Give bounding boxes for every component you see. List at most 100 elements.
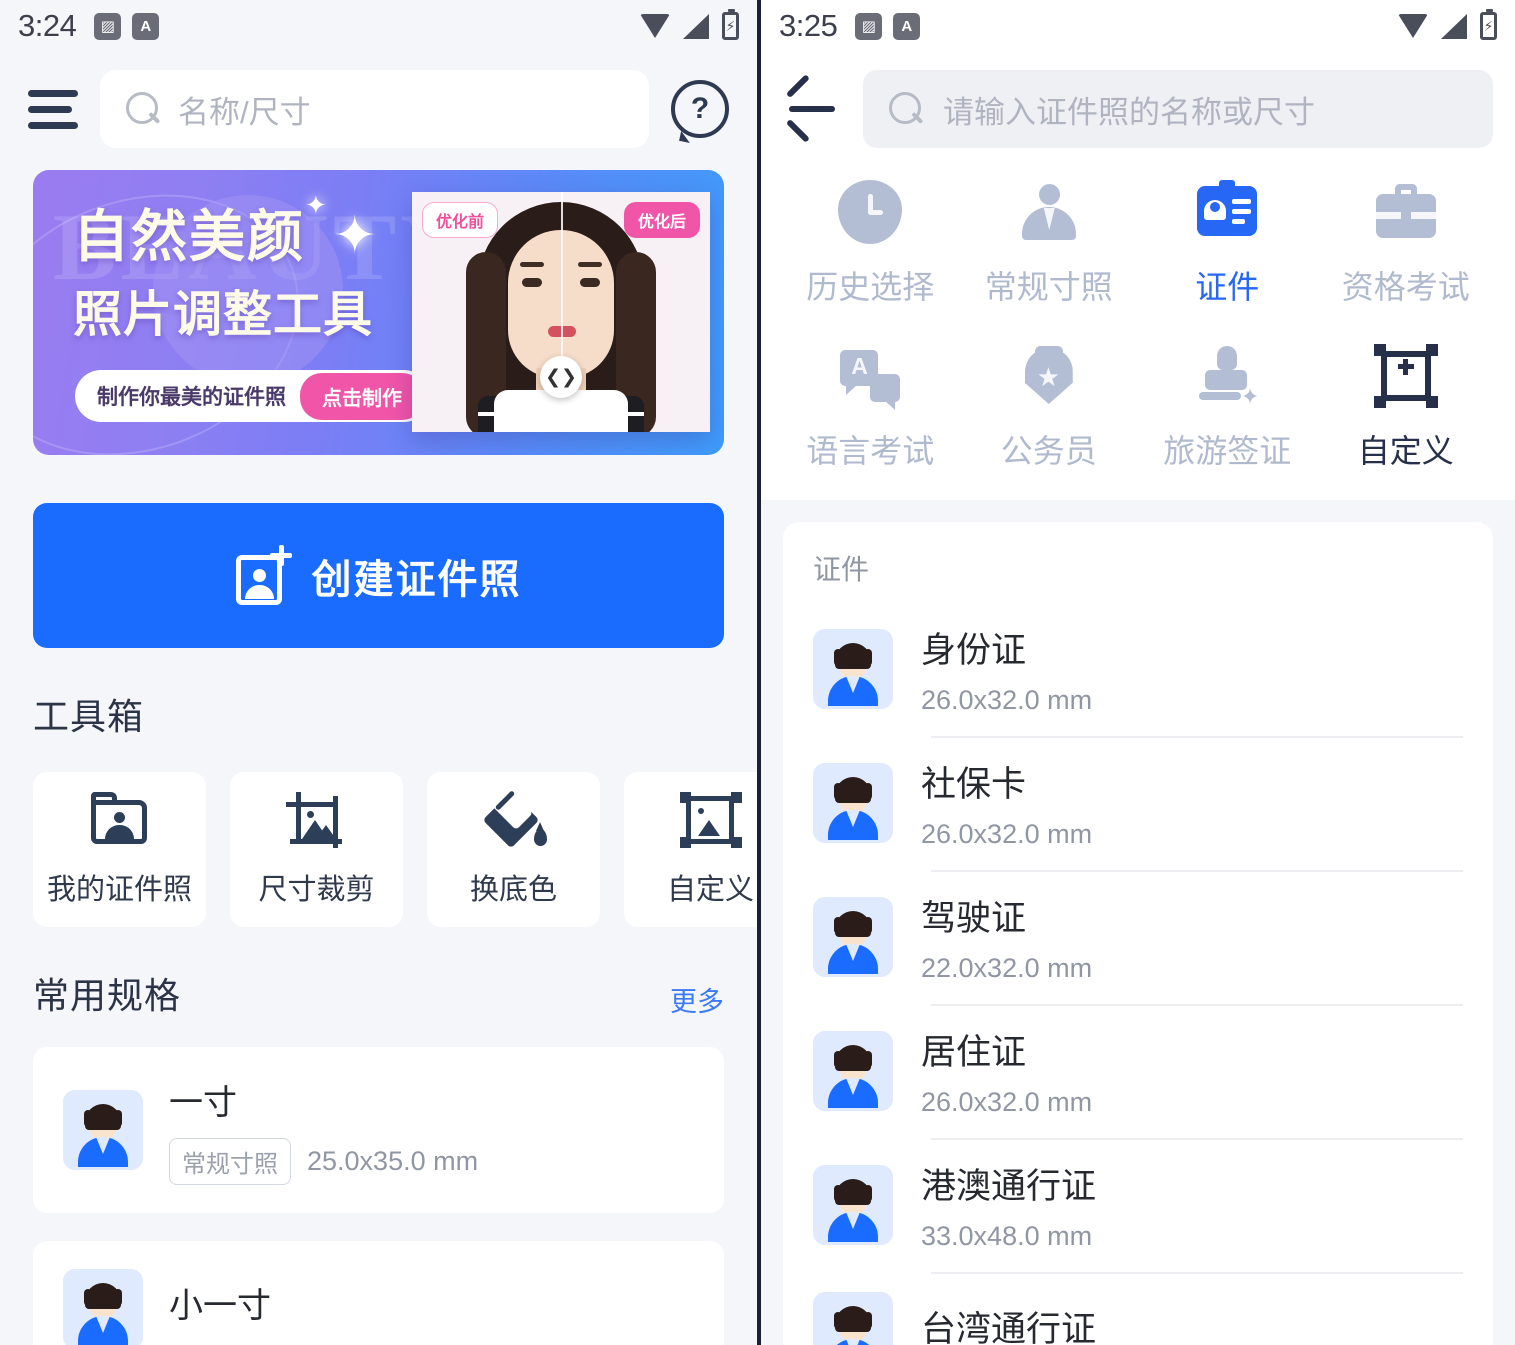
item-name: 驾驶证 [921,899,1027,938]
category-label: 公务员 [1000,433,1097,469]
spec-list-card: 证件 身份证 26.0x32.0 mm 社保卡 26.0x32.0 mm 驾驶证 [783,522,1493,1345]
item-dimensions: 33.0x48.0 mm [921,1221,1093,1251]
category-label: 常规寸照 [984,269,1113,305]
tool-my-photos[interactable]: 我的证件照 [33,772,206,927]
item-dimensions: 26.0x32.0 mm [921,1087,1093,1117]
custom-frame-icon [679,791,742,848]
list-item[interactable]: 居住证 26.0x32.0 mm [783,1004,1493,1138]
banner-title-2: 照片调整工具 [73,287,374,342]
right-screen: 3:25 ▨ A ⚡ 请输入证件照的名称或尺寸 历史选择 常规寸照 证件 资格考… [761,0,1515,1345]
person-avatar [813,629,893,709]
status-notification-icons: ▨ A [94,12,160,40]
item-name: 台湾通行证 [921,1309,1097,1345]
list-section-title: 证件 [813,554,870,585]
custom-frame-icon [1373,344,1438,408]
specs-header: 常用规格 更多 [33,967,724,1019]
toolbox-row: 我的证件照 尺寸裁剪 换底色 自定义 [33,772,757,927]
add-photo-icon [235,544,292,605]
banner-cta-button[interactable]: 点击制作 [300,372,424,420]
signal-icon [683,13,709,39]
person-avatar [813,1165,893,1245]
banner-cta-text: 制作你最美的证件照 [97,386,286,409]
banner-title-1: 自然美颜 [73,205,305,268]
search-icon [126,92,160,126]
spec-name: 小一寸 [169,1286,271,1325]
image-alert-badge-icon: ▨ [855,12,883,40]
category-id-documents[interactable]: 证件 [1138,180,1317,308]
tool-change-background[interactable]: 换底色 [427,772,600,927]
spec-item[interactable]: 一寸 常规寸照 25.0x35.0 mm [33,1047,724,1213]
tool-custom[interactable]: 自定义 [624,772,757,927]
banner-comparison-photo: 优化前 优化后 ❮❯ [412,192,710,432]
person-avatar [813,1031,893,1111]
promo-banner[interactable]: BEAUTY ✦ ✦ 自然美颜 照片调整工具 制作你最美的证件照 点击制作 优化… [33,170,724,455]
status-system-icons: ⚡ [1398,9,1497,40]
spec-item[interactable]: 小一寸 [33,1241,724,1345]
crop-image-icon [285,791,348,848]
status-notification-icons: ▨ A [855,12,921,40]
category-label: 自定义 [1357,433,1454,469]
battery-charging-icon: ⚡ [1480,9,1497,40]
wifi-icon [640,14,670,38]
folder-person-icon [89,791,151,848]
spec-tag: 常规寸照 [169,1138,291,1185]
person-avatar [813,763,893,843]
spec-dimensions: 25.0x35.0 mm [307,1146,479,1176]
person-avatar [813,1292,893,1345]
banner-cta[interactable]: 制作你最美的证件照 点击制作 [75,370,430,422]
list-item[interactable]: 港澳通行证 33.0x48.0 mm [783,1138,1493,1272]
language-chat-icon: A [838,344,902,410]
help-icon[interactable]: ? [671,80,729,144]
back-arrow-icon[interactable] [783,74,843,143]
tool-label: 自定义 [666,873,754,906]
a-badge-icon: A [132,12,160,40]
category-label: 资格考试 [1341,269,1470,305]
status-system-icons: ⚡ [640,9,739,40]
left-screen: 3:24 ▨ A ⚡ 名称/尺寸 ? BEAUTY ✦ ✦ 自然美颜 照片调整工… [0,0,757,1345]
list-item[interactable]: 驾驶证 22.0x32.0 mm [783,870,1493,1004]
status-time: 3:24 [18,8,77,43]
category-label: 证件 [1195,269,1260,305]
right-list-section: 证件 身份证 26.0x32.0 mm 社保卡 26.0x32.0 mm 驾驶证 [761,500,1515,1345]
wifi-icon [1398,14,1428,38]
hamburger-icon[interactable] [28,89,78,129]
list-item[interactable]: 台湾通行证 [783,1272,1493,1345]
item-name: 社保卡 [921,765,1027,804]
item-dimensions: 26.0x32.0 mm [921,685,1093,715]
status-bar-left: 3:24 ▨ A ⚡ [0,0,757,52]
category-qualification-exam[interactable]: 资格考试 [1317,180,1496,308]
list-item[interactable]: 身份证 26.0x32.0 mm [783,602,1493,736]
tool-label: 尺寸裁剪 [258,873,375,906]
search-input[interactable]: 名称/尺寸 [100,70,649,148]
category-travel-visa[interactable]: ✦ 旅游签证 [1138,344,1317,472]
category-label: 旅游签证 [1163,433,1292,469]
image-alert-badge-icon: ▨ [94,12,122,40]
category-custom[interactable]: 自定义 [1317,344,1496,472]
banner-text-block: 自然美颜 照片调整工具 [73,205,433,346]
id-card-icon [1195,180,1259,244]
category-standard[interactable]: 常规寸照 [960,180,1139,308]
category-label: 语言考试 [806,433,935,469]
person-avatar [63,1090,143,1170]
item-dimensions: 22.0x32.0 mm [921,953,1093,983]
police-badge-icon: ★ [1017,344,1081,408]
category-civil-servant[interactable]: ★ 公务员 [960,344,1139,472]
create-id-photo-button[interactable]: 创建证件照 [33,503,724,648]
status-bar-right: 3:25 ▨ A ⚡ [761,0,1515,52]
comparison-handle[interactable]: ❮❯ [540,356,582,398]
item-name: 居住证 [921,1033,1027,1072]
search-placeholder: 请输入证件照的名称或尺寸 [943,94,1315,130]
specs-more-link[interactable]: 更多 [670,980,724,1019]
search-placeholder: 名称/尺寸 [178,94,311,130]
category-language-exam[interactable]: A 语言考试 [781,344,960,472]
category-history[interactable]: 历史选择 [781,180,960,308]
person-avatar [63,1269,143,1345]
tool-size-crop[interactable]: 尺寸裁剪 [230,772,403,927]
category-grid: 历史选择 常规寸照 证件 资格考试 A 语言考试 ★ 公务员 ✦ 旅游签证 自定… [761,162,1515,472]
briefcase-icon [1374,180,1438,244]
category-label: 历史选择 [806,269,935,305]
search-input[interactable]: 请输入证件照的名称或尺寸 [863,70,1493,148]
item-name: 身份证 [921,631,1027,670]
tool-label: 换底色 [469,873,557,906]
list-item[interactable]: 社保卡 26.0x32.0 mm [783,736,1493,870]
